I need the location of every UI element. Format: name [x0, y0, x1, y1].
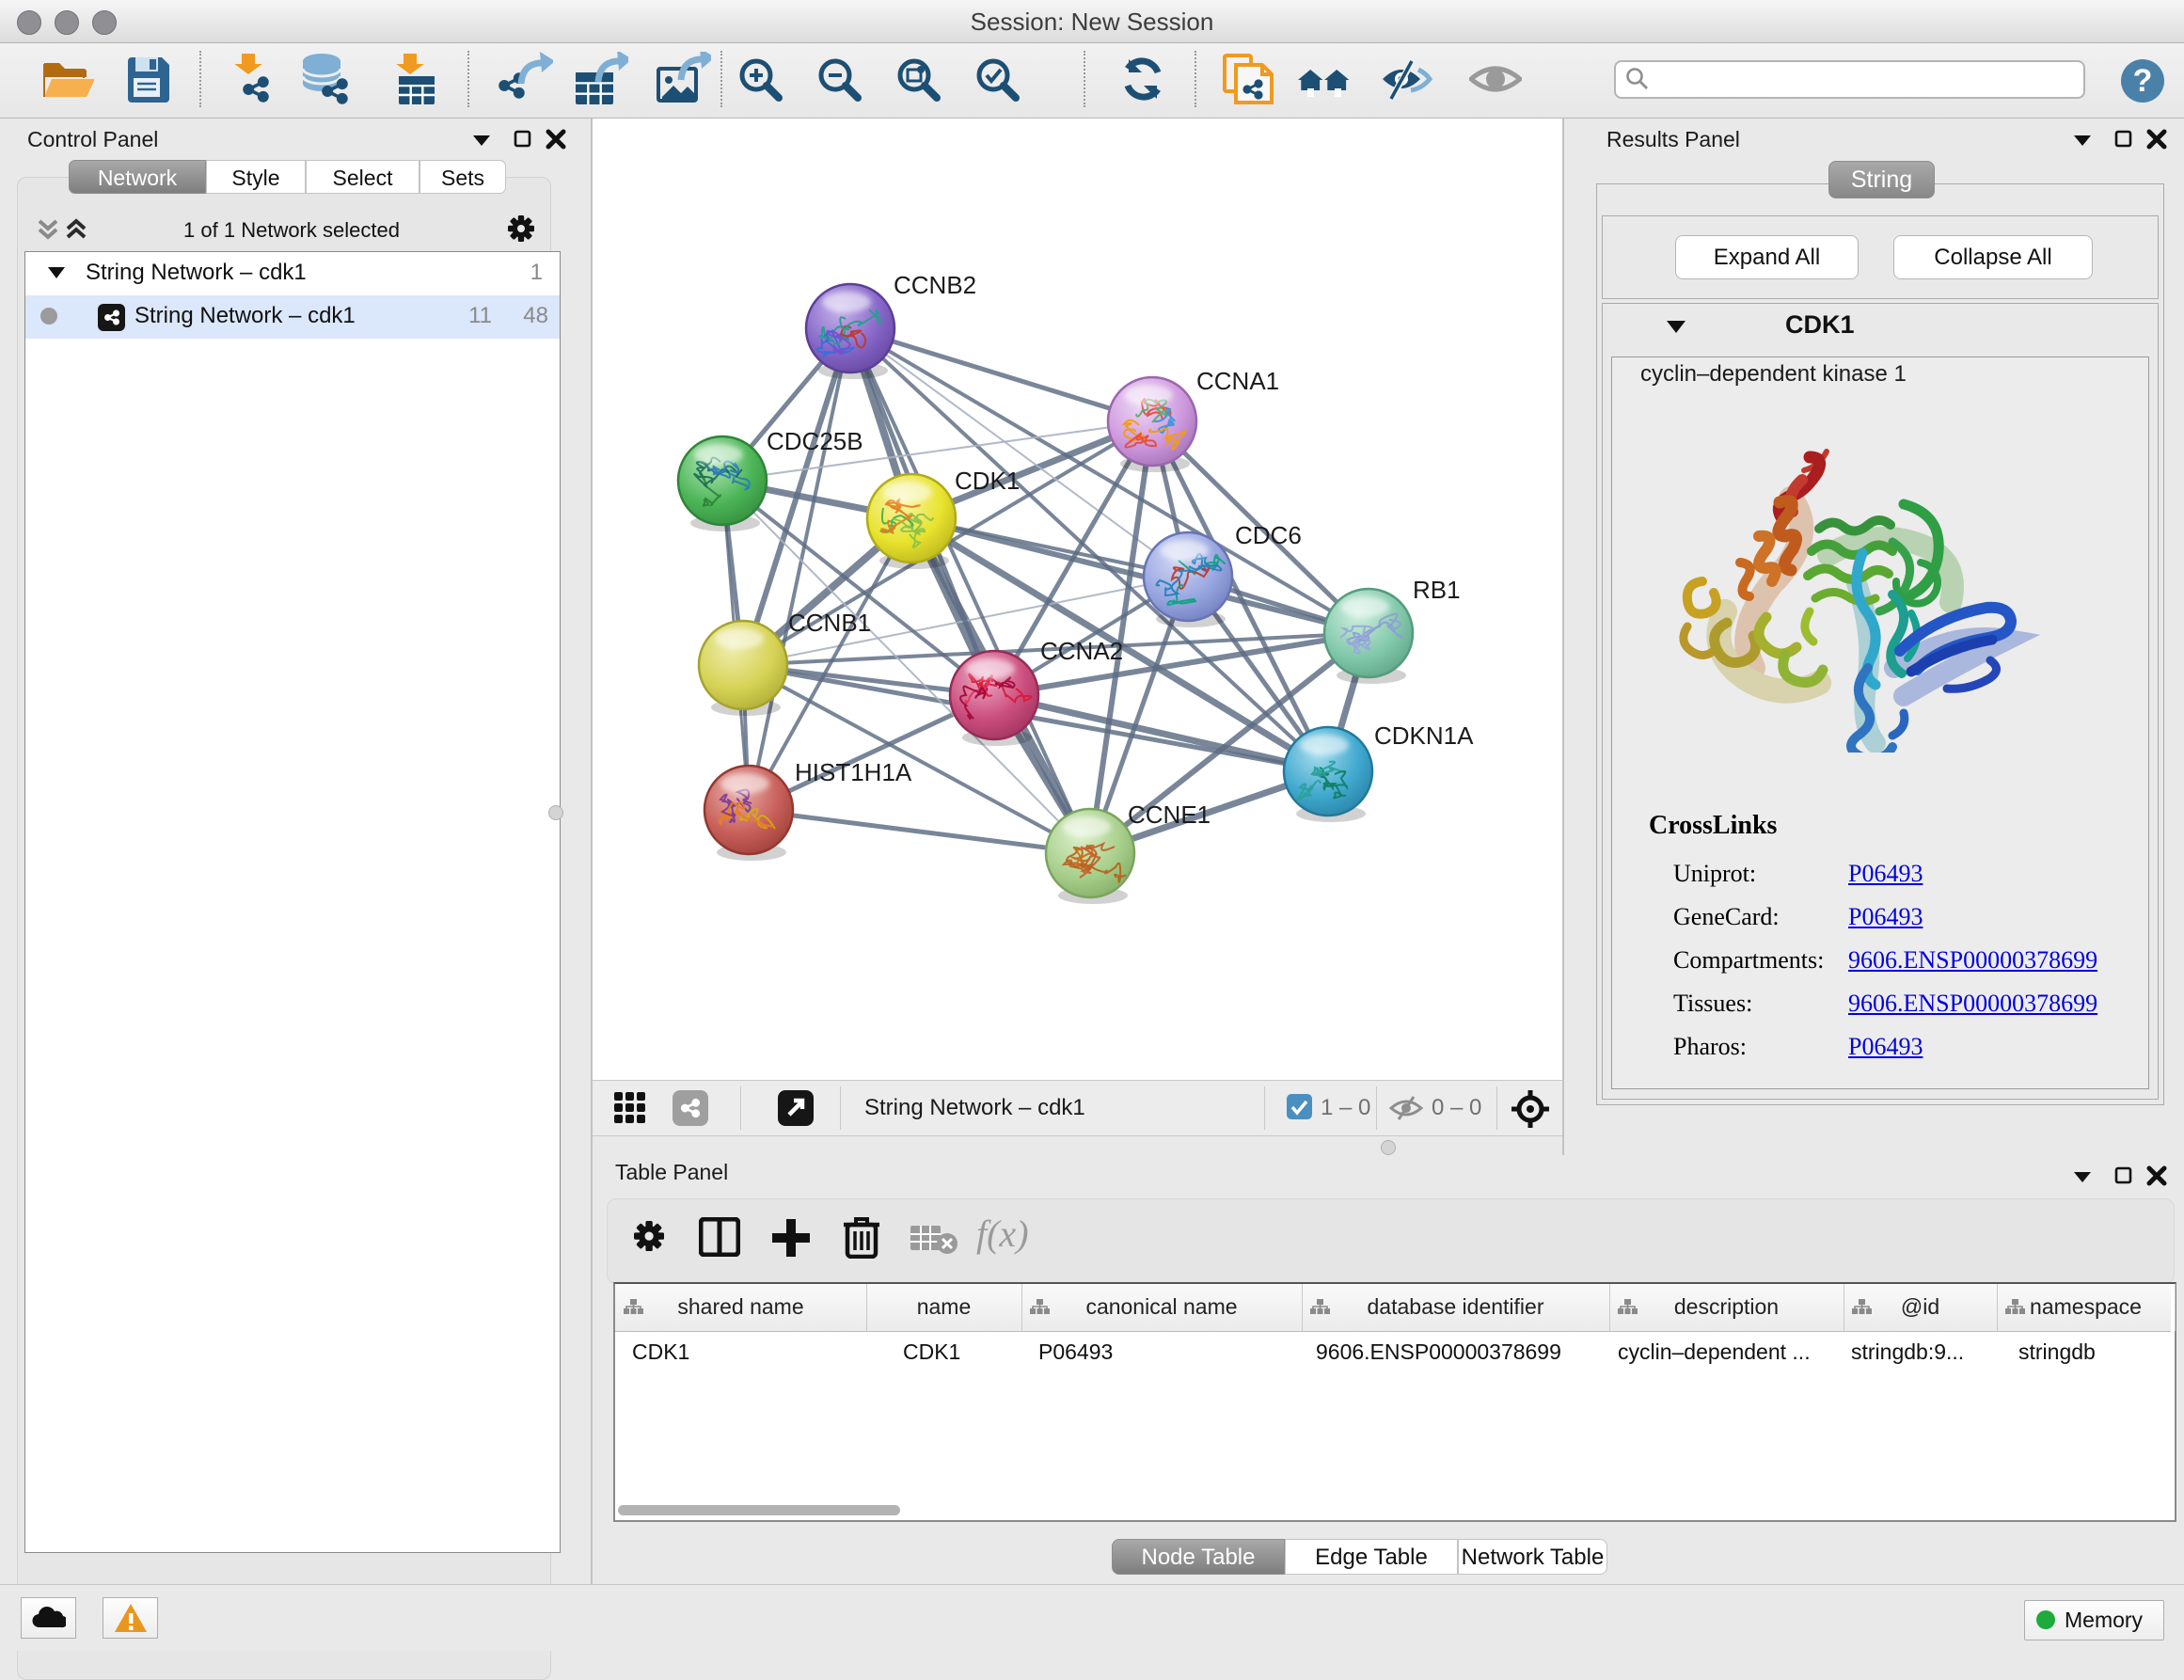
svg-text:CCNB2: CCNB2: [894, 271, 976, 299]
svg-text:CDC25B: CDC25B: [767, 427, 863, 455]
svg-text:RB1: RB1: [1413, 576, 1461, 604]
svg-text:CCNE1: CCNE1: [1128, 800, 1211, 829]
svg-text:CCNA2: CCNA2: [1040, 637, 1123, 665]
svg-text:CDK1: CDK1: [955, 467, 1020, 495]
svg-text:CDKN1A: CDKN1A: [1374, 721, 1474, 750]
svg-text:CCNA1: CCNA1: [1196, 367, 1279, 395]
svg-text:HIST1H1A: HIST1H1A: [795, 758, 912, 786]
svg-text:CCNB1: CCNB1: [788, 609, 871, 637]
svg-text:CDC6: CDC6: [1235, 521, 1302, 549]
